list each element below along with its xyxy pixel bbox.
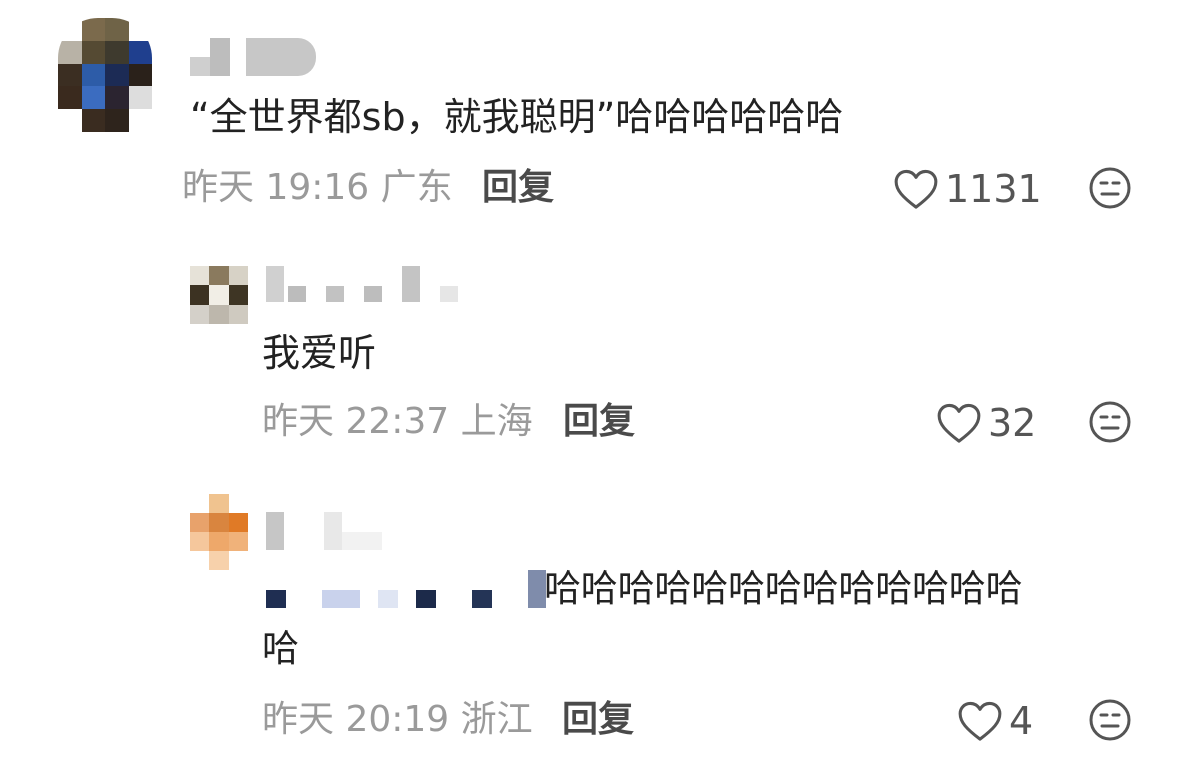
heart-outline-icon bbox=[894, 169, 938, 209]
comment-location: 浙江 bbox=[460, 699, 533, 740]
avatar[interactable] bbox=[190, 266, 248, 324]
comment-meta: 昨天 19:16 广东 bbox=[182, 170, 453, 206]
reply-button[interactable]: 回复 bbox=[562, 702, 634, 738]
comment-text: “全世界都sb，就我聪明”哈哈哈哈哈哈 bbox=[190, 95, 844, 139]
comment-text: 我爱听 bbox=[262, 331, 377, 375]
avatar[interactable] bbox=[58, 18, 152, 132]
comment-location: 广东 bbox=[380, 167, 453, 208]
meh-face-icon[interactable] bbox=[1088, 166, 1132, 210]
comment-time: 昨天 22:37 bbox=[262, 401, 450, 442]
like-button[interactable]: 4 bbox=[957, 700, 1033, 742]
heart-outline-icon bbox=[937, 403, 981, 443]
comment-time: 昨天 19:16 bbox=[182, 167, 370, 208]
reply-button[interactable]: 回复 bbox=[563, 404, 635, 440]
like-button[interactable]: 32 bbox=[936, 402, 1036, 444]
meh-face-icon[interactable] bbox=[1088, 400, 1132, 444]
comment-text-line1: 哈哈哈哈哈哈哈哈哈哈哈哈哈 bbox=[544, 567, 1023, 610]
comment-time: 昨天 20:19 bbox=[262, 699, 450, 740]
mention-blurred[interactable] bbox=[266, 570, 546, 608]
meh-face-icon[interactable] bbox=[1088, 698, 1132, 742]
reply-button[interactable]: 回复 bbox=[482, 170, 554, 206]
like-count: 4 bbox=[1009, 699, 1034, 743]
comment-text-line2: 哈 bbox=[262, 627, 299, 670]
heart-outline-icon bbox=[958, 701, 1002, 741]
comment-meta: 昨天 20:19 浙江 bbox=[262, 702, 533, 738]
username-blurred[interactable] bbox=[266, 266, 458, 302]
like-button[interactable]: 1131 bbox=[893, 168, 1042, 210]
like-count: 32 bbox=[988, 401, 1037, 445]
username-blurred[interactable] bbox=[190, 38, 316, 76]
comment-meta: 昨天 22:37 上海 bbox=[262, 404, 533, 440]
avatar[interactable] bbox=[190, 494, 248, 570]
comment-thread: “全世界都sb，就我聪明”哈哈哈哈哈哈 昨天 19:16 广东 回复 1131 … bbox=[0, 0, 1200, 770]
comment-location: 上海 bbox=[460, 401, 533, 442]
username-blurred[interactable] bbox=[266, 512, 382, 550]
like-count: 1131 bbox=[945, 167, 1042, 211]
